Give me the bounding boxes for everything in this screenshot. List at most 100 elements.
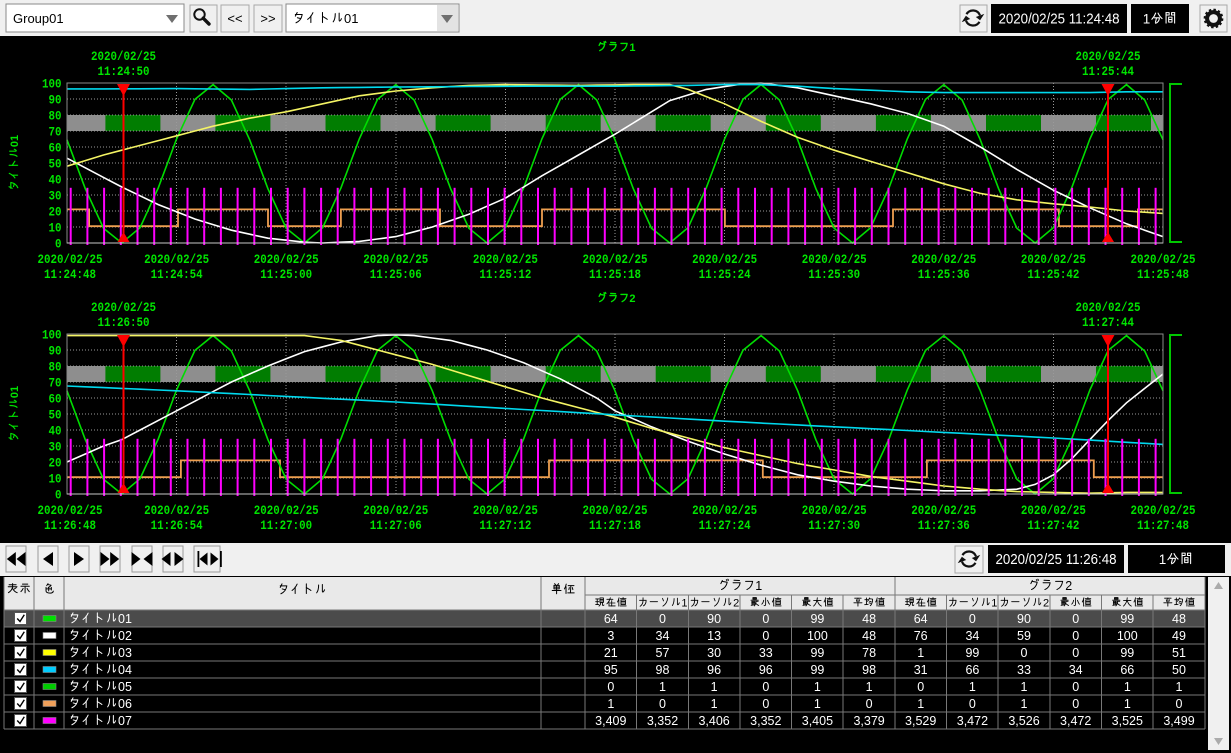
svg-text:31: 31 xyxy=(914,663,928,677)
svg-text:01: 01 xyxy=(118,612,132,626)
svg-text:2020/02/25: 2020/02/25 xyxy=(38,252,103,267)
svg-text:1: 1 xyxy=(991,598,997,610)
svg-text:11:25:24: 11:25:24 xyxy=(699,267,751,282)
svg-text:3,406: 3,406 xyxy=(698,714,729,728)
svg-text:1: 1 xyxy=(711,680,718,694)
svg-text:59: 59 xyxy=(1017,629,1031,643)
svg-text:0: 0 xyxy=(607,680,614,694)
svg-text:1: 1 xyxy=(711,697,718,711)
svg-text:11:27:30: 11:27:30 xyxy=(808,518,860,533)
svg-text:64: 64 xyxy=(604,612,618,626)
svg-text:50: 50 xyxy=(49,157,62,172)
svg-text:99: 99 xyxy=(1120,612,1134,626)
svg-text:99: 99 xyxy=(1120,646,1134,660)
svg-text:0: 0 xyxy=(1072,629,1079,643)
svg-text:01: 01 xyxy=(344,11,358,26)
svg-text:11:27:48: 11:27:48 xyxy=(1137,518,1189,533)
svg-text:11:26:50: 11:26:50 xyxy=(98,315,150,330)
svg-text:34: 34 xyxy=(1069,663,1083,677)
svg-text:2020/02/25: 2020/02/25 xyxy=(802,252,867,267)
svg-text:07: 07 xyxy=(118,714,132,728)
svg-text:99: 99 xyxy=(965,646,979,660)
svg-text:11:24:48: 11:24:48 xyxy=(44,267,96,282)
svg-text:0: 0 xyxy=(1072,612,1079,626)
svg-text:3,409: 3,409 xyxy=(595,714,626,728)
svg-text:2020/02/25: 2020/02/25 xyxy=(254,503,319,518)
svg-text:11:27:12: 11:27:12 xyxy=(479,518,531,533)
svg-text:100: 100 xyxy=(42,77,62,92)
svg-text:33: 33 xyxy=(759,646,773,660)
svg-text:51: 51 xyxy=(1172,646,1186,660)
svg-text:70: 70 xyxy=(49,125,62,140)
svg-text:11:26:48: 11:26:48 xyxy=(44,518,96,533)
svg-text:1: 1 xyxy=(1159,552,1167,567)
svg-text:30: 30 xyxy=(707,646,721,660)
svg-text:96: 96 xyxy=(707,663,721,677)
svg-text:11:25:18: 11:25:18 xyxy=(589,267,641,282)
svg-text:30: 30 xyxy=(49,189,62,204)
svg-text:2020/02/25: 2020/02/25 xyxy=(1131,252,1196,267)
svg-text:Group01: Group01 xyxy=(13,11,64,26)
svg-text:3,472: 3,472 xyxy=(1060,714,1091,728)
svg-text:98: 98 xyxy=(862,663,876,677)
svg-text:0: 0 xyxy=(917,680,924,694)
svg-text:48: 48 xyxy=(862,629,876,643)
svg-text:100: 100 xyxy=(807,629,828,643)
svg-text:80: 80 xyxy=(49,109,62,124)
svg-text:2020/02/25: 2020/02/25 xyxy=(254,252,319,267)
svg-text:2: 2 xyxy=(733,598,739,610)
svg-text:3,499: 3,499 xyxy=(1163,714,1194,728)
svg-text:99: 99 xyxy=(810,663,824,677)
svg-text:1: 1 xyxy=(1021,680,1028,694)
svg-text:0: 0 xyxy=(969,697,976,711)
svg-text:3: 3 xyxy=(607,629,614,643)
svg-text:11:25:00: 11:25:00 xyxy=(260,267,312,282)
svg-text:2020/02/25: 2020/02/25 xyxy=(38,503,103,518)
svg-text:20: 20 xyxy=(49,205,62,220)
svg-text:1: 1 xyxy=(659,680,666,694)
svg-text:1: 1 xyxy=(1124,680,1131,694)
svg-text:57: 57 xyxy=(656,646,670,660)
svg-text:2020/02/25: 2020/02/25 xyxy=(473,503,538,518)
svg-text:64: 64 xyxy=(914,612,928,626)
svg-text:3,525: 3,525 xyxy=(1112,714,1143,728)
svg-text:3,529: 3,529 xyxy=(905,714,936,728)
svg-text:1: 1 xyxy=(1124,697,1131,711)
svg-text:11:25:36: 11:25:36 xyxy=(918,267,970,282)
svg-text:0: 0 xyxy=(762,697,769,711)
svg-text:99: 99 xyxy=(810,646,824,660)
svg-text:90: 90 xyxy=(49,93,62,108)
svg-text:2020/02/25: 2020/02/25 xyxy=(583,252,648,267)
svg-text:<<: << xyxy=(227,11,242,26)
svg-text:11:25:12: 11:25:12 xyxy=(479,267,531,282)
svg-text:90: 90 xyxy=(49,344,62,359)
svg-text:2020/02/25: 2020/02/25 xyxy=(911,252,976,267)
svg-text:2: 2 xyxy=(1065,579,1072,593)
svg-text:34: 34 xyxy=(656,629,670,643)
svg-text:11:27:44: 11:27:44 xyxy=(1082,315,1134,330)
svg-text:48: 48 xyxy=(862,612,876,626)
svg-text:0: 0 xyxy=(969,612,976,626)
svg-text:01: 01 xyxy=(9,386,21,398)
svg-text:0: 0 xyxy=(659,612,666,626)
svg-text:0: 0 xyxy=(762,629,769,643)
svg-text:0: 0 xyxy=(762,680,769,694)
svg-text:80: 80 xyxy=(49,360,62,375)
svg-text:2020/02/25: 2020/02/25 xyxy=(1131,503,1196,518)
svg-text:0: 0 xyxy=(1176,697,1183,711)
svg-text:04: 04 xyxy=(118,663,132,677)
svg-text:0: 0 xyxy=(1072,697,1079,711)
svg-text:11:27:18: 11:27:18 xyxy=(589,518,641,533)
svg-text:95: 95 xyxy=(604,663,618,677)
svg-text:1: 1 xyxy=(1176,680,1183,694)
svg-text:100: 100 xyxy=(42,328,62,343)
svg-text:0: 0 xyxy=(762,612,769,626)
svg-text:21: 21 xyxy=(604,646,618,660)
svg-text:1: 1 xyxy=(629,42,635,54)
svg-text:48: 48 xyxy=(1172,612,1186,626)
svg-text:99: 99 xyxy=(810,612,824,626)
svg-text:03: 03 xyxy=(118,646,132,660)
svg-text:2020/02/25: 2020/02/25 xyxy=(692,252,757,267)
svg-text:3,472: 3,472 xyxy=(957,714,988,728)
svg-text:100: 100 xyxy=(1117,629,1138,643)
